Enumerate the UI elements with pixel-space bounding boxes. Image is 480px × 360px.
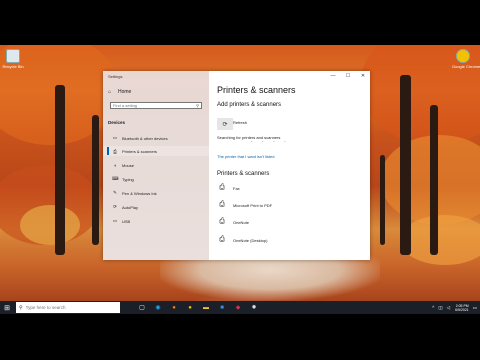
find-setting-input[interactable] <box>113 103 183 108</box>
printer-item-onenote[interactable]: ⎙ OneNote <box>217 215 367 229</box>
sidebar-item-label: Printers & scanners <box>122 148 157 154</box>
system-tray: ^ ◫ ◁ 2:05 PM 6/5/2021 ▭ <box>428 301 477 314</box>
printer-item-onenote-desktop[interactable]: ⎙ OneNote (Desktop) <box>217 233 367 247</box>
mouse-icon: ◖ <box>113 162 117 168</box>
edge-icon: ◉ <box>155 305 161 311</box>
search-icon: ⚲ <box>19 304 23 311</box>
volume-icon[interactable]: ◁ <box>447 305 450 311</box>
explorer-icon: ▬ <box>203 304 209 311</box>
taskbar-search-input[interactable] <box>25 305 111 310</box>
sidebar-section-heading: Devices <box>108 120 126 125</box>
sidebar-item-label: USB <box>122 218 131 224</box>
printer-name: Microsoft Print to PDF <box>233 202 273 208</box>
bluetooth-icon: ▭ <box>112 135 118 140</box>
printer-item-pdf[interactable]: ⎙ Microsoft Print to PDF <box>217 198 367 212</box>
taskbar-app-misc[interactable]: ◆ <box>230 301 246 314</box>
printer-not-listed-link[interactable]: The printer that I want isn't listed <box>217 154 274 159</box>
chrome-icon: ● <box>188 304 192 311</box>
taskbar-app-store[interactable]: ■ <box>214 301 230 314</box>
sidebar-item-printers[interactable]: ⎙ Printers & scanners <box>103 146 209 156</box>
chevron-up-icon[interactable]: ^ <box>432 305 434 310</box>
sidebar-item-home[interactable]: ⌂ Home <box>108 88 204 96</box>
printers-list-heading: Printers & scanners <box>217 171 270 177</box>
settings-sidebar: Settings ⌂ Home ⚲ Devices ▭ Bluetooth & … <box>103 71 209 260</box>
sidebar-item-autoplay[interactable]: ⟳ AutoPlay <box>103 202 209 212</box>
taskbar-search: ⚲ <box>16 302 120 313</box>
start-button[interactable]: ⊞ <box>0 301 14 314</box>
taskbar-app-chrome[interactable]: ● <box>182 301 198 314</box>
taskbar: ⊞ ⚲ ▢ ◉ ● ● ▬ ■ ◆ ✹ ^ ◫ ◁ 2:05 PM 6/5/20… <box>0 301 480 314</box>
autoplay-icon: ⟳ <box>113 204 117 209</box>
keyboard-icon: ⌨ <box>112 176 119 181</box>
taskbar-app-firefox[interactable]: ● <box>166 301 182 314</box>
chrome-icon <box>456 49 470 63</box>
desktop-icon-chrome[interactable]: Google Chrome <box>452 49 480 69</box>
taskbar-clock[interactable]: 2:05 PM 6/5/2021 <box>455 304 469 312</box>
refresh-label: Refresh <box>233 120 248 125</box>
desktop-icon-recycle-bin[interactable]: Recycle Bin <box>2 49 24 69</box>
sidebar-item-label: Bluetooth & other devices <box>122 135 168 141</box>
taskbar-app-edge[interactable]: ◉ <box>150 301 166 314</box>
sidebar-item-label: Typing <box>122 176 134 182</box>
printer-icon: ⎙ <box>219 236 225 243</box>
pen-icon: ✎ <box>113 190 117 195</box>
clock-date: 6/5/2021 <box>455 307 469 312</box>
printer-item-fax[interactable]: ⎙ Fax <box>217 181 367 195</box>
clock-time: 2:05 PM <box>455 303 469 308</box>
task-view-icon: ▢ <box>139 305 145 311</box>
page-title: Printers & scanners <box>217 85 296 95</box>
searching-progress-dots: · · · · <box>251 139 290 145</box>
sidebar-item-bluetooth[interactable]: ▭ Bluetooth & other devices <box>103 133 209 143</box>
printer-name: OneNote <box>233 219 250 225</box>
sidebar-home-label: Home <box>118 89 132 95</box>
sidebar-item-typing[interactable]: ⌨ Typing <box>103 174 209 184</box>
sidebar-item-pen[interactable]: ✎ Pen & Windows Ink <box>103 188 209 198</box>
search-icon[interactable]: ⚲ <box>196 103 199 108</box>
printer-icon: ⎙ <box>219 184 225 191</box>
close-button[interactable]: ✕ <box>357 73 369 79</box>
printer-icon: ⎙ <box>219 201 225 208</box>
maximize-button[interactable]: ☐ <box>342 73 354 79</box>
firefox-icon: ● <box>172 304 176 311</box>
home-icon: ⌂ <box>108 89 112 95</box>
find-setting-search: ⚲ <box>110 102 202 109</box>
refresh-icon: ⟳ <box>222 121 228 128</box>
active-indicator <box>107 147 109 155</box>
notification-icon[interactable]: ▭ <box>473 305 477 311</box>
refresh-button[interactable]: ⟳ <box>217 118 233 130</box>
settings-icon: ✹ <box>251 305 257 311</box>
usb-icon: ▭ <box>112 218 118 223</box>
add-printers-heading: Add printers & scanners <box>217 102 282 108</box>
taskbar-app-settings[interactable]: ✹ <box>246 301 262 314</box>
printer-name: Fax <box>233 185 240 191</box>
settings-main-pane: — ☐ ✕ Printers & scanners Add printers &… <box>209 71 370 260</box>
minimize-button[interactable]: — <box>327 73 339 79</box>
sidebar-item-label: AutoPlay <box>122 204 139 210</box>
printer-icon: ⎙ <box>219 218 225 225</box>
app-icon: ◆ <box>235 305 241 311</box>
sidebar-item-usb[interactable]: ▭ USB <box>103 216 209 226</box>
windows-icon: ⊞ <box>4 304 10 312</box>
network-icon[interactable]: ◫ <box>438 305 442 311</box>
taskbar-app-explorer[interactable]: ▬ <box>198 301 214 314</box>
screen: Recycle Bin Google Chrome Settings ⌂ Hom… <box>0 0 480 360</box>
taskbar-app-task-view[interactable]: ▢ <box>134 301 150 314</box>
settings-window: Settings ⌂ Home ⚲ Devices ▭ Bluetooth & … <box>103 71 370 260</box>
recycle-bin-icon <box>6 49 20 63</box>
sidebar-item-label: Mouse <box>122 162 135 168</box>
window-title: Settings <box>108 74 123 79</box>
store-icon: ■ <box>220 304 224 311</box>
printer-name: OneNote (Desktop) <box>233 237 268 243</box>
sidebar-item-label: Pen & Windows Ink <box>122 190 157 196</box>
sidebar-item-mouse[interactable]: ◖ Mouse <box>103 160 209 170</box>
printer-icon: ⎙ <box>113 148 117 154</box>
